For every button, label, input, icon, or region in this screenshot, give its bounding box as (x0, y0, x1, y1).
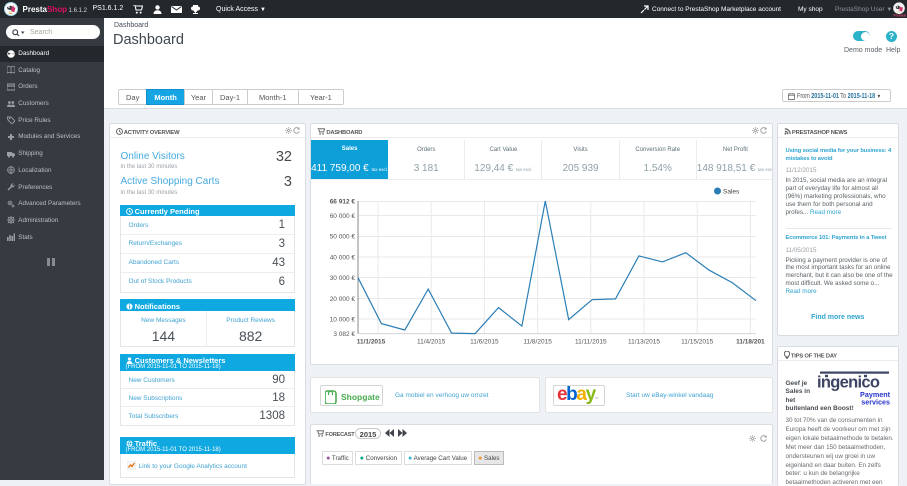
svg-text:11/6/2015: 11/6/2015 (470, 339, 499, 346)
svg-text:3 082 €: 3 082 € (333, 331, 355, 338)
svg-text:20 000 €: 20 000 € (330, 296, 356, 303)
svg-text:40 000 €: 40 000 € (330, 254, 356, 261)
svg-text:50 000 €: 50 000 € (330, 234, 356, 241)
svg-text:11/1/2015: 11/1/2015 (357, 339, 386, 346)
svg-text:11/18/201: 11/18/201 (736, 339, 765, 346)
svg-text:66 912 €: 66 912 € (330, 199, 356, 206)
svg-text:Sales: Sales (723, 189, 740, 196)
svg-text:60 000 €: 60 000 € (330, 213, 356, 220)
svg-text:11/15/2015: 11/15/2015 (681, 339, 713, 346)
svg-text:11/13/2015: 11/13/2015 (628, 339, 660, 346)
svg-text:30 000 €: 30 000 € (330, 275, 356, 282)
svg-text:PrestaShop: PrestaShop (894, 13, 907, 17)
svg-text:11/8/2015: 11/8/2015 (523, 339, 552, 346)
svg-text:services: services (861, 398, 890, 407)
svg-text:10 000 €: 10 000 € (330, 317, 356, 324)
svg-text:11/11/2015: 11/11/2015 (575, 339, 607, 346)
svg-text:11/4/2015: 11/4/2015 (417, 339, 446, 346)
